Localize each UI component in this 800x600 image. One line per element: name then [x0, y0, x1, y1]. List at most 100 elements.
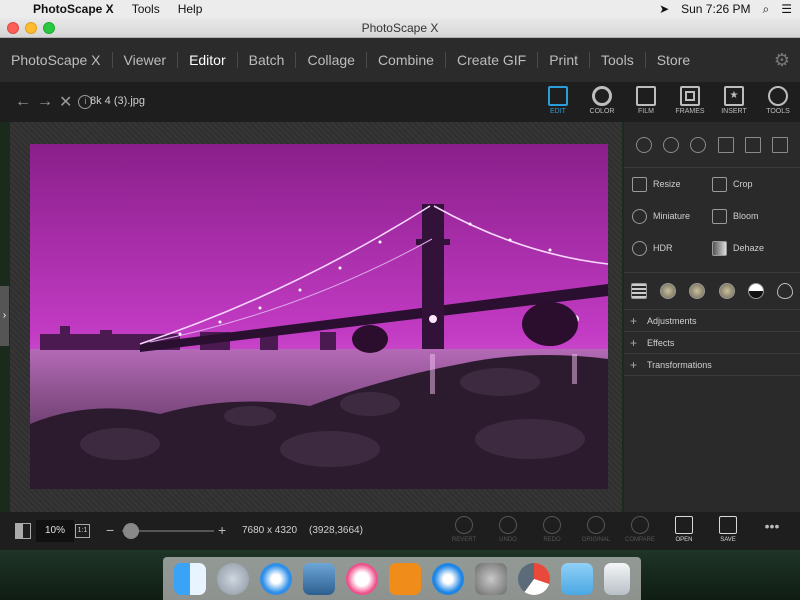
bloom-label: Bloom	[733, 211, 759, 221]
crop-button[interactable]: Crop	[712, 174, 792, 194]
split-view-icon[interactable]	[15, 523, 31, 539]
photoscape-x-icon[interactable]	[517, 562, 550, 595]
ibooks-icon[interactable]	[388, 562, 421, 595]
trash-icon[interactable]	[603, 562, 630, 595]
minimize-window-button[interactable]	[25, 22, 37, 34]
tab-tools[interactable]: TOOLS	[756, 82, 800, 122]
tab-edit[interactable]: EDIT	[536, 82, 580, 122]
save-button[interactable]: SAVE	[706, 514, 750, 548]
section-effects[interactable]: + Effects	[624, 332, 800, 354]
back-arrow-icon[interactable]: ←	[15, 93, 31, 111]
rotate-free-icon[interactable]	[690, 136, 707, 153]
open-button[interactable]: OPEN	[662, 514, 706, 548]
filter-list-icon[interactable]	[630, 283, 647, 299]
nav-batch[interactable]: Batch	[238, 38, 296, 82]
rotate-left-icon[interactable]	[635, 136, 652, 153]
rotate-right-icon[interactable]	[662, 136, 679, 153]
film-icon	[636, 86, 656, 106]
filter-preset-2-icon[interactable]	[689, 283, 706, 299]
preview-icon[interactable]	[303, 562, 336, 595]
more-button[interactable]: •••	[750, 514, 794, 548]
edit-mode-tabs: EDIT COLOR FILM FRAMES ★ INSERT TOOLS	[536, 82, 800, 122]
launchpad-icon[interactable]	[217, 562, 250, 595]
close-window-button[interactable]	[7, 22, 19, 34]
gear-icon[interactable]: ⚙	[772, 50, 792, 70]
nav-print[interactable]: Print	[538, 38, 589, 82]
edit-pencil-icon	[548, 86, 568, 106]
plus-icon: +	[630, 357, 638, 372]
zoom-in-button[interactable]: +	[218, 522, 226, 538]
nav-tools[interactable]: Tools	[590, 38, 645, 82]
flip-horizontal-icon[interactable]	[744, 136, 761, 153]
filter-preset-1-icon[interactable]	[659, 283, 676, 299]
filter-preset-3-icon[interactable]	[718, 283, 735, 299]
upload-icon	[675, 516, 693, 534]
zoom-slider-knob[interactable]	[123, 523, 140, 539]
revert-button[interactable]: REVERT	[442, 514, 486, 548]
nav-create-gif[interactable]: Create GIF	[446, 38, 537, 82]
undo-icon	[499, 516, 517, 534]
itunes-icon[interactable]	[346, 562, 379, 595]
dehaze-icon	[712, 240, 727, 256]
cursor-icon[interactable]: ➤	[659, 2, 669, 16]
nav-combine[interactable]: Combine	[367, 38, 445, 82]
zoom-window-button[interactable]	[43, 22, 55, 34]
hdr-button[interactable]: HDR	[632, 238, 712, 258]
resize-button[interactable]: Resize	[632, 174, 712, 194]
section-transformations[interactable]: + Transformations	[624, 354, 800, 376]
dehaze-button[interactable]: Dehaze	[712, 238, 792, 258]
undo-button[interactable]: UNDO	[486, 514, 530, 548]
miniature-button[interactable]: Miniature	[632, 206, 712, 226]
safari-icon[interactable]	[260, 562, 293, 595]
app-store-icon[interactable]	[431, 562, 464, 595]
redo-button[interactable]: REDO	[530, 514, 574, 548]
zoom-out-button[interactable]: −	[106, 522, 114, 538]
filter-drop-icon[interactable]	[777, 283, 794, 299]
close-icon[interactable]: ✕	[59, 92, 72, 112]
filter-presets-row	[624, 272, 800, 310]
clock[interactable]: Sun 7:26 PM	[681, 2, 750, 16]
forward-arrow-icon[interactable]: →	[37, 93, 53, 111]
nav-viewer[interactable]: Viewer	[113, 38, 178, 82]
original-button[interactable]: ORIGINAL	[574, 514, 618, 548]
finder-icon[interactable]	[174, 562, 207, 595]
tab-film[interactable]: FILM	[624, 82, 668, 122]
system-preferences-icon[interactable]	[474, 562, 507, 595]
flip-vertical-icon[interactable]	[772, 136, 789, 153]
plus-icon: +	[630, 335, 638, 350]
zoom-level[interactable]: 10%	[36, 520, 74, 542]
menu-help[interactable]: Help	[169, 0, 212, 18]
tools-grid: Resize Crop Miniature Bloom HDR Dehaze	[624, 168, 800, 264]
tab-insert[interactable]: ★ INSERT	[712, 82, 756, 122]
tab-insert-label: INSERT	[721, 108, 747, 115]
crop-label: Crop	[733, 179, 753, 189]
edit-tools-panel: Resize Crop Miniature Bloom HDR Dehaze +…	[624, 122, 800, 512]
image-canvas[interactable]	[10, 122, 622, 512]
tab-frames[interactable]: FRAMES	[668, 82, 712, 122]
actual-size-button[interactable]: 1:1	[75, 524, 90, 538]
tab-edit-label: EDIT	[550, 108, 566, 115]
download-icon	[719, 516, 737, 534]
search-icon[interactable]: ⌕	[763, 2, 770, 17]
straighten-icon[interactable]	[717, 136, 734, 153]
bloom-button[interactable]: Bloom	[712, 206, 792, 226]
undo-label: UNDO	[499, 537, 517, 543]
nav-photoscape-x[interactable]: PhotoScape X	[0, 38, 112, 82]
list-icon[interactable]: ☰	[781, 2, 792, 16]
nav-collage[interactable]: Collage	[296, 38, 365, 82]
left-panel-toggle[interactable]: ›	[0, 286, 9, 346]
compare-button[interactable]: COMPARE	[618, 514, 662, 548]
tab-tools-label: TOOLS	[766, 108, 790, 115]
menu-tools[interactable]: Tools	[123, 0, 169, 18]
save-label: SAVE	[720, 537, 736, 543]
menu-app-name[interactable]: PhotoScape X	[24, 0, 123, 18]
filter-half-contrast-icon[interactable]	[747, 283, 764, 299]
nav-store[interactable]: Store	[646, 38, 701, 82]
tab-color[interactable]: COLOR	[580, 82, 624, 122]
section-adjustments[interactable]: + Adjustments	[624, 310, 800, 332]
hdr-icon	[632, 240, 647, 256]
insert-star-icon: ★	[724, 86, 744, 106]
downloads-folder-icon[interactable]	[560, 562, 593, 595]
nav-editor[interactable]: Editor	[178, 38, 237, 82]
revert-icon	[455, 516, 473, 534]
